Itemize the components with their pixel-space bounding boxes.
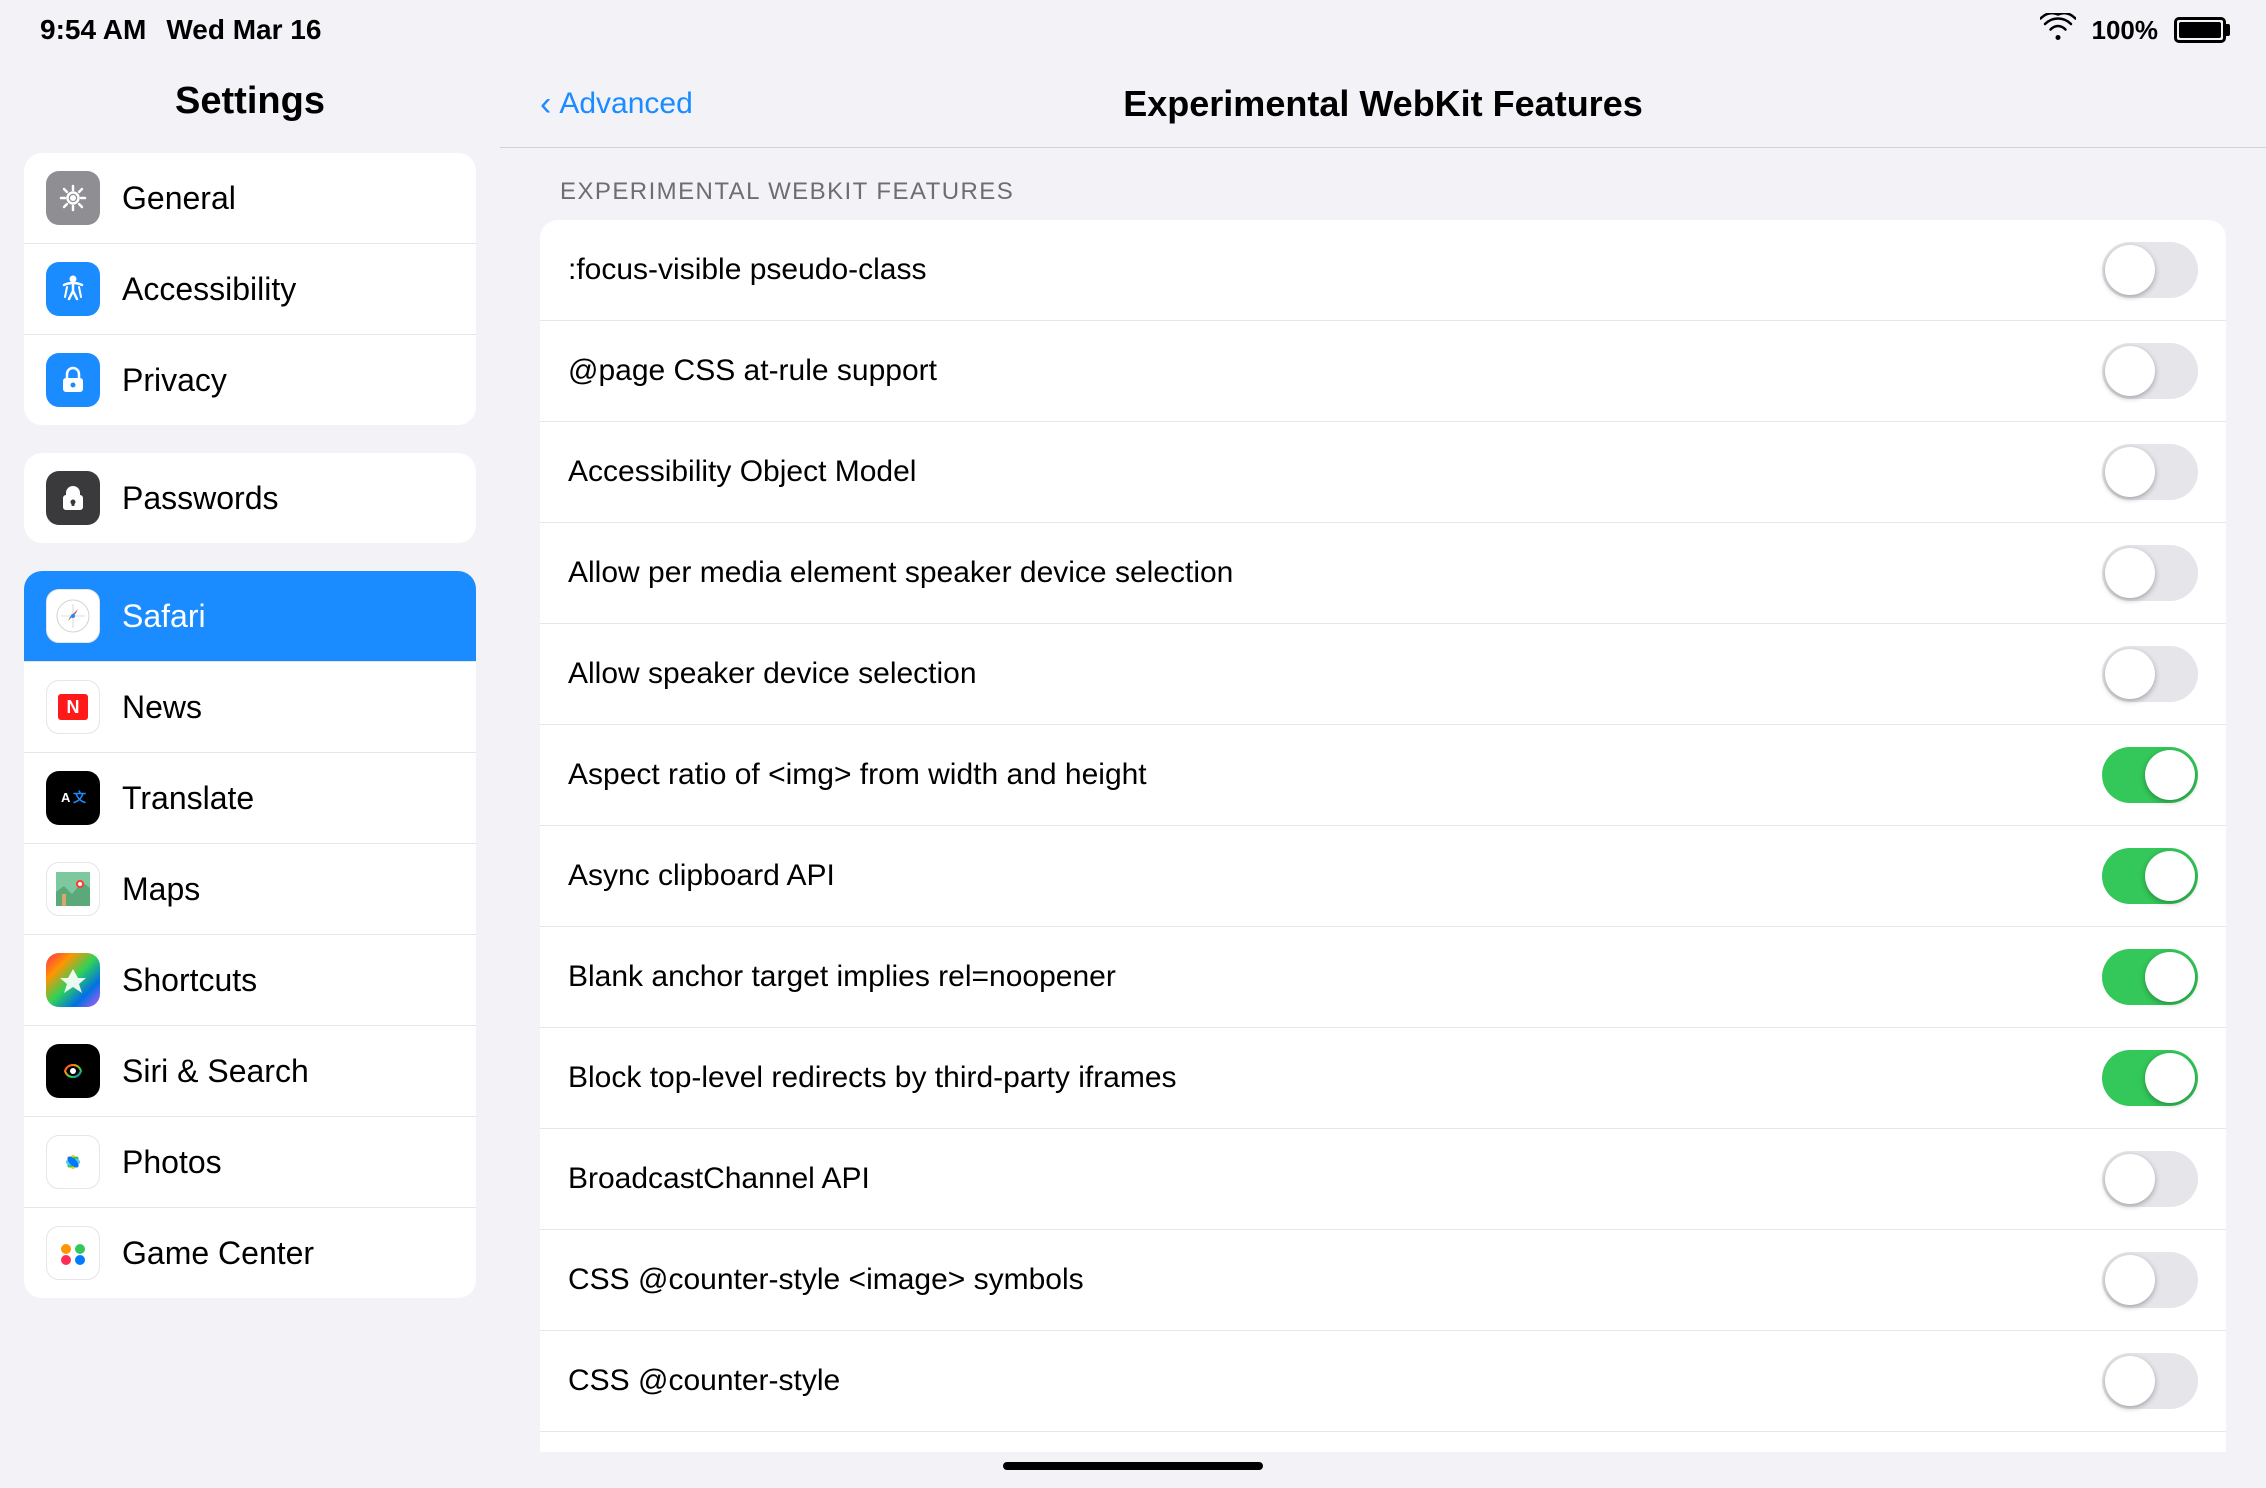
sidebar-item-gamecenter[interactable]: Game Center (24, 1208, 476, 1298)
content-area: EXPERIMENTAL WEBKIT FEATURES :focus-visi… (500, 148, 2266, 1452)
accessibility-label: Accessibility (122, 271, 296, 308)
sidebar-item-translate[interactable]: A 文 Translate (24, 753, 476, 844)
sidebar-section-1: General Accessibility (24, 153, 476, 425)
feature-toggle-async-clipboard[interactable] (2102, 848, 2198, 904)
feature-label-page-css: @page CSS at-rule support (568, 354, 937, 388)
translate-label: Translate (122, 780, 254, 817)
battery-percent: 100% (2092, 15, 2159, 46)
feature-row-async-clipboard: Async clipboard API (540, 826, 2226, 927)
feature-toggle-css-counter-image[interactable] (2102, 1252, 2198, 1308)
sidebar-section-3: Safari N News A 文 (24, 571, 476, 1298)
feature-toggle-allow-per-media[interactable] (2102, 545, 2198, 601)
sidebar-item-maps[interactable]: Maps (24, 844, 476, 935)
sidebar: Settings General (0, 60, 500, 1452)
home-bar (1003, 1462, 1263, 1470)
safari-label: Safari (122, 598, 206, 635)
feature-label-blank-anchor: Blank anchor target implies rel=noopener (568, 960, 1116, 994)
sidebar-item-shortcuts[interactable]: Shortcuts (24, 935, 476, 1026)
passwords-icon (46, 471, 100, 525)
feature-label-allow-per-media: Allow per media element speaker device s… (568, 556, 1233, 590)
svg-text:A: A (61, 790, 71, 805)
feature-row-aspect-ratio-img: Aspect ratio of <img> from width and hei… (540, 725, 2226, 826)
feature-row-css-counter: CSS @counter-style (540, 1331, 2226, 1432)
shortcuts-label: Shortcuts (122, 962, 257, 999)
feature-label-css-counter-image: CSS @counter-style <image> symbols (568, 1263, 1084, 1297)
general-label: General (122, 180, 236, 217)
sidebar-item-siri[interactable]: Siri & Search (24, 1026, 476, 1117)
sidebar-section-2: Passwords (24, 453, 476, 543)
general-icon (46, 171, 100, 225)
nav-title: Experimental WebKit Features (962, 83, 1805, 125)
sidebar-item-privacy[interactable]: Privacy (24, 335, 476, 425)
right-panel: ‹ Advanced Experimental WebKit Features … (500, 60, 2266, 1452)
feature-label-focus-visible: :focus-visible pseudo-class (568, 253, 927, 287)
sidebar-item-news[interactable]: N News (24, 662, 476, 753)
feature-label-allow-speaker: Allow speaker device selection (568, 657, 977, 691)
feature-row-broadcast-channel: BroadcastChannel API (540, 1129, 2226, 1230)
photos-icon (46, 1135, 100, 1189)
feature-label-accessibility-object: Accessibility Object Model (568, 455, 916, 489)
svg-text:N: N (67, 697, 80, 717)
feature-toggle-css-counter[interactable] (2102, 1353, 2198, 1409)
sidebar-item-passwords[interactable]: Passwords (24, 453, 476, 543)
feature-toggle-page-css[interactable] (2102, 343, 2198, 399)
siri-icon (46, 1044, 100, 1098)
status-time: 9:54 AM (40, 14, 146, 46)
svg-text:文: 文 (73, 790, 87, 805)
gamecenter-icon (46, 1226, 100, 1280)
feature-row-focus-visible: :focus-visible pseudo-class (540, 220, 2226, 321)
sidebar-item-safari[interactable]: Safari (24, 571, 476, 662)
feature-row-page-css: @page CSS at-rule support (540, 321, 2226, 422)
feature-row-block-top-level: Block top-level redirects by third-party… (540, 1028, 2226, 1129)
feature-label-broadcast-channel: BroadcastChannel API (568, 1162, 870, 1196)
sidebar-title: Settings (24, 80, 476, 153)
back-chevron-icon: ‹ (540, 87, 551, 121)
feature-toggle-aspect-ratio-img[interactable] (2102, 747, 2198, 803)
back-button[interactable]: ‹ Advanced (540, 87, 962, 121)
siri-label: Siri & Search (122, 1053, 309, 1090)
feature-toggle-focus-visible[interactable] (2102, 242, 2198, 298)
sidebar-item-photos[interactable]: Photos (24, 1117, 476, 1208)
feature-label-block-top-level: Block top-level redirects by third-party… (568, 1061, 1177, 1095)
feature-toggle-block-top-level[interactable] (2102, 1050, 2198, 1106)
features-list: :focus-visible pseudo-class @page CSS at-… (540, 220, 2226, 1452)
wifi-icon (2040, 13, 2076, 48)
section-header: EXPERIMENTAL WEBKIT FEATURES (540, 178, 2226, 220)
gamecenter-label: Game Center (122, 1235, 314, 1272)
photos-label: Photos (122, 1144, 222, 1181)
feature-toggle-broadcast-channel[interactable] (2102, 1151, 2198, 1207)
status-bar: 9:54 AM Wed Mar 16 100% (0, 0, 2266, 60)
maps-label: Maps (122, 871, 200, 908)
accessibility-icon (46, 262, 100, 316)
feature-row-allow-speaker: Allow speaker device selection (540, 624, 2226, 725)
battery-icon (2174, 17, 2226, 43)
feature-row-accessibility-object: Accessibility Object Model (540, 422, 2226, 523)
safari-icon (46, 589, 100, 643)
news-label: News (122, 689, 202, 726)
news-icon: N (46, 680, 100, 734)
feature-toggle-blank-anchor[interactable] (2102, 949, 2198, 1005)
translate-icon: A 文 (46, 771, 100, 825)
feature-row-css-aspect-ratio: CSS Aspect Ratio (540, 1432, 2226, 1452)
home-indicator (0, 1452, 2266, 1488)
privacy-label: Privacy (122, 362, 227, 399)
feature-row-css-counter-image: CSS @counter-style <image> symbols (540, 1230, 2226, 1331)
sidebar-item-accessibility[interactable]: Accessibility (24, 244, 476, 335)
feature-toggle-allow-speaker[interactable] (2102, 646, 2198, 702)
back-label: Advanced (559, 87, 692, 121)
feature-label-css-counter: CSS @counter-style (568, 1364, 840, 1398)
maps-icon (46, 862, 100, 916)
nav-bar: ‹ Advanced Experimental WebKit Features (500, 60, 2266, 148)
sidebar-item-general[interactable]: General (24, 153, 476, 244)
feature-label-aspect-ratio-img: Aspect ratio of <img> from width and hei… (568, 758, 1147, 792)
passwords-label: Passwords (122, 480, 279, 517)
privacy-icon (46, 353, 100, 407)
feature-row-blank-anchor: Blank anchor target implies rel=noopener (540, 927, 2226, 1028)
feature-row-allow-per-media: Allow per media element speaker device s… (540, 523, 2226, 624)
shortcuts-icon (46, 953, 100, 1007)
status-date: Wed Mar 16 (166, 14, 321, 46)
feature-label-async-clipboard: Async clipboard API (568, 859, 835, 893)
feature-toggle-accessibility-object[interactable] (2102, 444, 2198, 500)
